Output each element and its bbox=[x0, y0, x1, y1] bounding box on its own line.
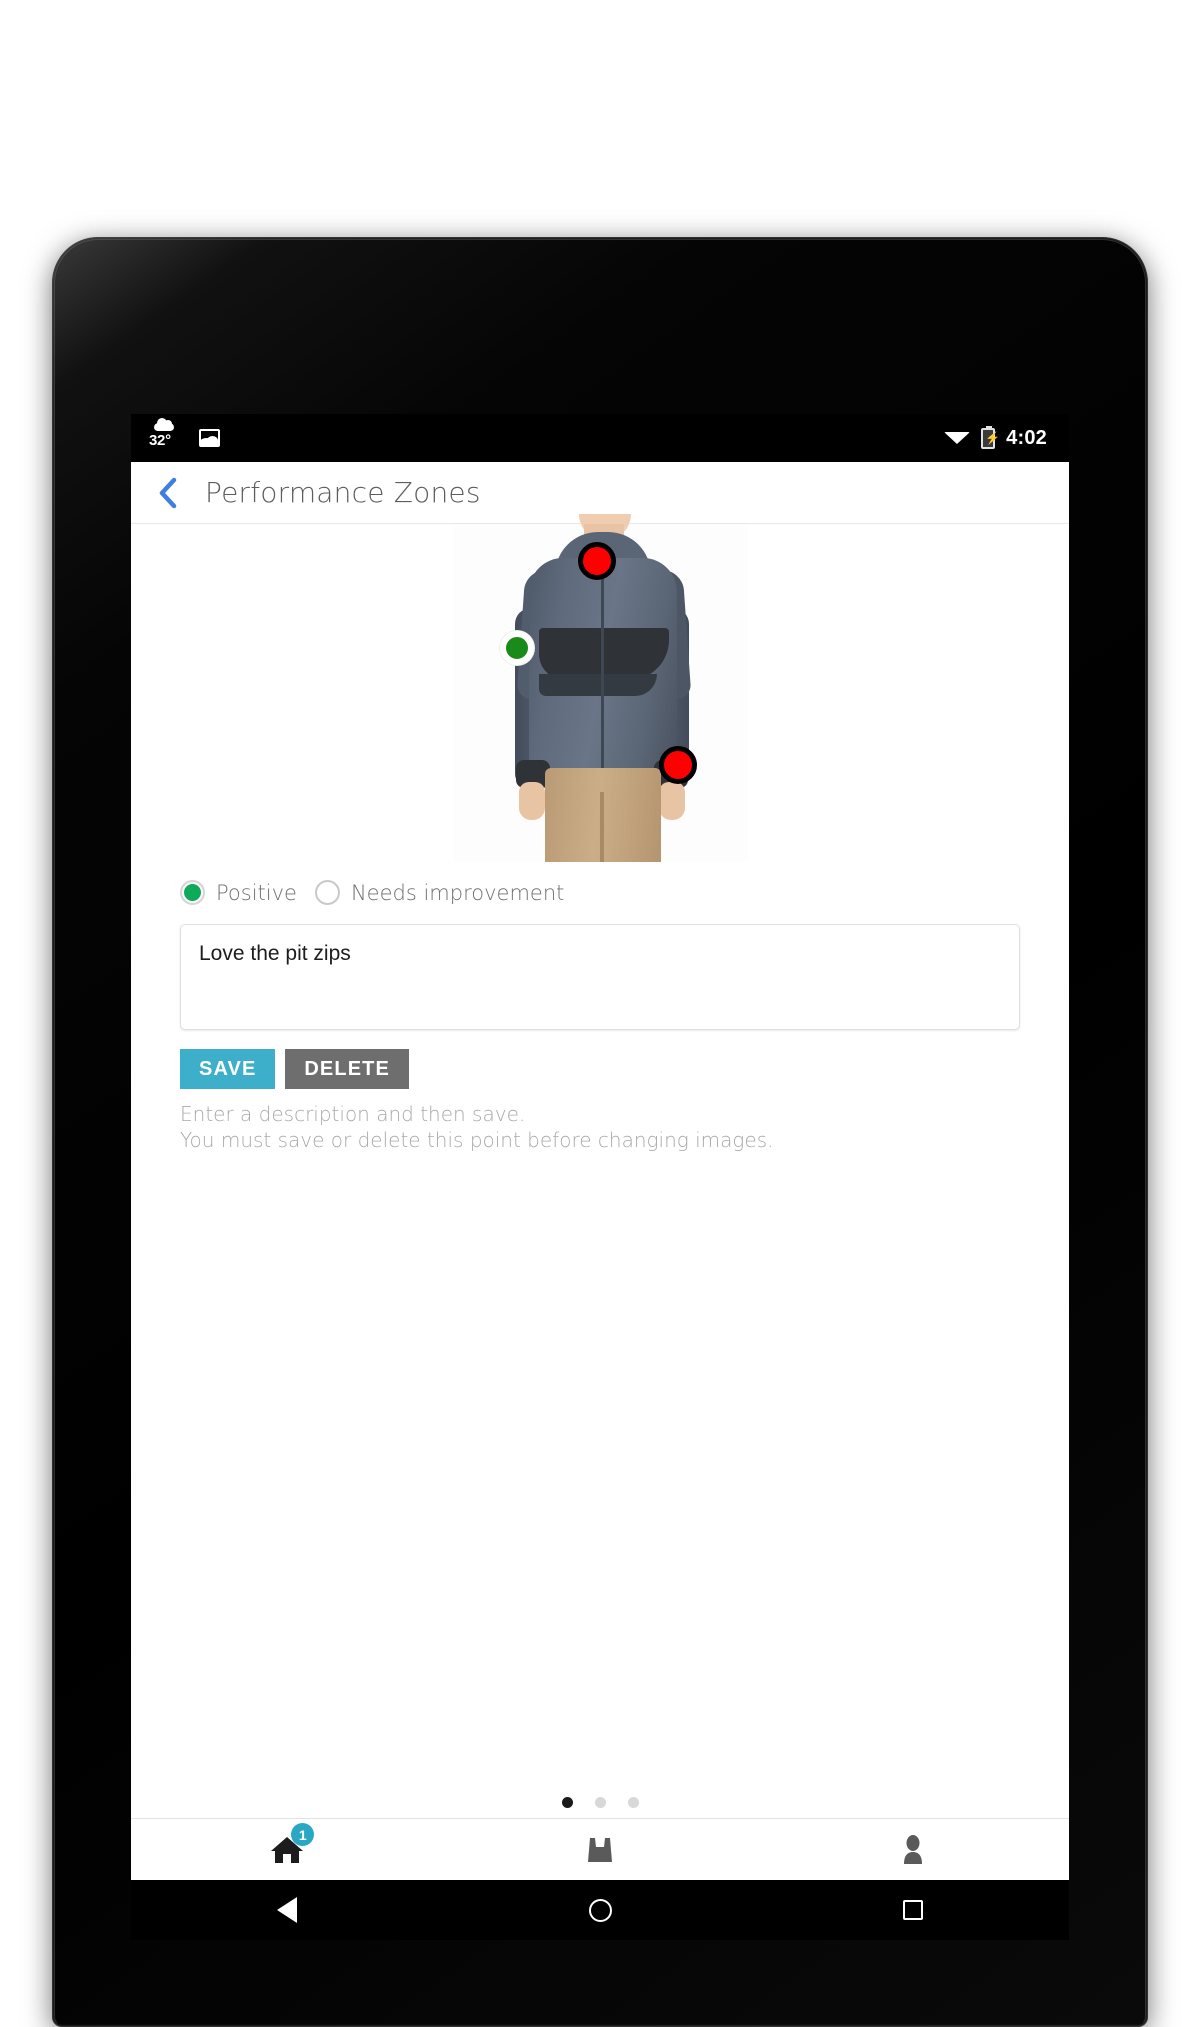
save-button[interactable]: SAVE bbox=[180, 1049, 276, 1089]
helper-text-line-1: Enter a description and then save. bbox=[180, 1102, 526, 1126]
radio-button-positive[interactable] bbox=[180, 880, 205, 905]
status-time: 4:02 bbox=[1006, 426, 1047, 449]
status-bar: 32° ⚡ 4:02 bbox=[131, 414, 1069, 462]
radio-option-positive[interactable]: Positive bbox=[180, 880, 297, 905]
performance-zone-image-viewer[interactable] bbox=[452, 514, 748, 862]
wifi-icon bbox=[944, 432, 971, 444]
android-navigation-bar bbox=[131, 1880, 1069, 1940]
android-recents-button[interactable] bbox=[756, 1900, 1069, 1920]
action-button-row: SAVE DELETE bbox=[131, 1049, 1069, 1089]
zone-marker-hem[interactable] bbox=[658, 746, 697, 784]
delete-button[interactable]: DELETE bbox=[285, 1049, 409, 1089]
battery-charging-icon: ⚡ bbox=[981, 425, 1000, 449]
cloud-icon: 32° bbox=[149, 418, 181, 455]
radio-button-needs-improvement[interactable] bbox=[314, 880, 340, 905]
helper-text: Enter a description and then save. You m… bbox=[131, 1102, 1069, 1153]
zone-marker-collar[interactable] bbox=[577, 542, 616, 580]
inbox-tray-icon bbox=[588, 1837, 612, 1862]
radio-dot-positive bbox=[184, 884, 201, 901]
square-recents-icon bbox=[902, 1900, 923, 1920]
back-button[interactable] bbox=[145, 470, 191, 516]
radio-option-needs-improvement[interactable]: Needs improvement bbox=[314, 880, 565, 905]
nav-item-profile[interactable] bbox=[756, 1819, 1069, 1880]
sentiment-radio-group: Positive Needs improvement bbox=[131, 880, 1069, 905]
zone-marker-sleeve-selected[interactable] bbox=[499, 631, 534, 665]
page-dot-1[interactable] bbox=[561, 1797, 573, 1808]
page-dot-3[interactable] bbox=[627, 1797, 639, 1808]
tablet-screen: 32° ⚡ 4:02 Performance Zones Positive Ne… bbox=[131, 414, 1069, 1880]
helper-text-line-2: You must save or delete this point befor… bbox=[180, 1127, 774, 1152]
chevron-left-icon bbox=[159, 477, 177, 508]
home-badge: 1 bbox=[291, 1823, 315, 1846]
weather-temp: 32° bbox=[149, 432, 171, 449]
nav-item-inbox[interactable] bbox=[444, 1819, 757, 1880]
status-bar-right: ⚡ 4:02 bbox=[944, 414, 1047, 462]
description-input[interactable]: Love the pit zips bbox=[180, 924, 1020, 1030]
person-icon bbox=[903, 1834, 922, 1864]
nav-item-home[interactable]: 1 bbox=[131, 1819, 444, 1880]
radio-label-positive: Positive bbox=[216, 880, 297, 905]
status-bar-left: 32° bbox=[149, 414, 220, 462]
radio-label-needs-improvement: Needs improvement bbox=[350, 880, 565, 905]
picture-icon bbox=[199, 429, 220, 447]
triangle-back-icon bbox=[277, 1897, 298, 1923]
circle-home-icon bbox=[588, 1898, 612, 1922]
android-back-button[interactable] bbox=[131, 1897, 444, 1923]
android-home-button[interactable] bbox=[444, 1898, 757, 1922]
page-dot-2[interactable] bbox=[594, 1797, 606, 1808]
page-title: Performance Zones bbox=[205, 476, 481, 509]
main-content: Positive Needs improvement Love the pit … bbox=[131, 514, 1069, 1880]
pagination-dots bbox=[131, 1797, 1069, 1808]
bottom-navigation-bar: 1 bbox=[131, 1818, 1069, 1880]
